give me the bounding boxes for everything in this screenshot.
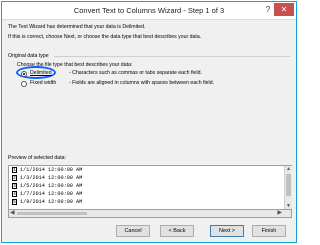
convert-text-wizard-dialog: Convert Text to Columns Wizard - Step 1 … <box>1 1 297 243</box>
option-description-fixed-width: - Fields are aligned in columns with spa… <box>69 80 215 86</box>
preview-vertical-scrollbar[interactable]: ▲ ▼ <box>284 166 292 209</box>
horizontal-scroll-thumb[interactable] <box>17 212 87 215</box>
window-title: Convert Text to Columns Wizard - Step 1 … <box>73 6 225 15</box>
help-icon[interactable]: ? <box>262 5 274 16</box>
back-button[interactable]: < Back <box>160 225 194 237</box>
preview-row: 3 1/5/2014 12:00:00 AM <box>9 182 291 190</box>
option-label-delimited[interactable]: Delimited <box>30 70 52 76</box>
preview-row: 1 1/1/2014 12:00:00 AM <box>9 166 291 174</box>
scroll-up-icon[interactable]: ▲ <box>286 166 291 172</box>
data-preview-box[interactable]: 1 1/1/2014 12:00:00 AM 2 1/3/2014 12:00:… <box>8 165 292 210</box>
preview-row-number: 2 <box>12 175 17 181</box>
preview-row-text: 1/1/2014 12:00:00 AM <box>20 167 83 173</box>
option-description-delimited: - Characters such as commas or tabs sepa… <box>69 70 202 76</box>
group-label-original-data-type: Original data type <box>8 53 49 59</box>
preview-row-text: 1/3/2014 12:00:00 AM <box>20 175 83 181</box>
intro-line-1: The Text Wizard has determined that your… <box>8 24 146 30</box>
radio-delimited[interactable] <box>21 71 27 77</box>
preview-row-text: 1/9/2014 12:00:00 AM <box>20 199 83 205</box>
preview-label: Preview of selected data: <box>8 155 66 161</box>
preview-row-number: 5 <box>12 199 17 205</box>
preview-horizontal-scrollbar[interactable]: ◀ ▶ <box>8 210 292 218</box>
close-icon[interactable]: ✕ <box>274 3 294 16</box>
preview-row: 5 1/9/2014 12:00:00 AM <box>9 198 291 206</box>
scroll-left-icon[interactable]: ◀ <box>10 209 15 216</box>
finish-button[interactable]: Finish <box>252 225 286 237</box>
scroll-down-icon[interactable]: ▼ <box>286 203 291 209</box>
option-label-fixed-width[interactable]: Fixed width <box>30 80 56 86</box>
scroll-right-icon[interactable]: ▶ <box>277 209 282 216</box>
preview-row-number: 1 <box>12 167 17 173</box>
vertical-scroll-thumb[interactable] <box>286 174 291 196</box>
preview-row-number: 4 <box>12 191 17 197</box>
next-button[interactable]: Next > <box>210 225 244 237</box>
title-bar: Convert Text to Columns Wizard - Step 1 … <box>2 2 296 20</box>
preview-row: 2 1/3/2014 12:00:00 AM <box>9 174 291 182</box>
cancel-button[interactable]: Cancel <box>116 225 150 237</box>
intro-line-2: If this is correct, choose Next, or choo… <box>8 34 202 40</box>
preview-row: 4 1/7/2014 12:00:00 AM <box>9 190 291 198</box>
preview-row-text: 1/7/2014 12:00:00 AM <box>20 191 83 197</box>
preview-row-number: 3 <box>12 183 17 189</box>
group-divider <box>54 56 290 57</box>
radio-fixed-width[interactable] <box>21 81 27 87</box>
preview-row-text: 1/5/2014 12:00:00 AM <box>20 183 83 189</box>
